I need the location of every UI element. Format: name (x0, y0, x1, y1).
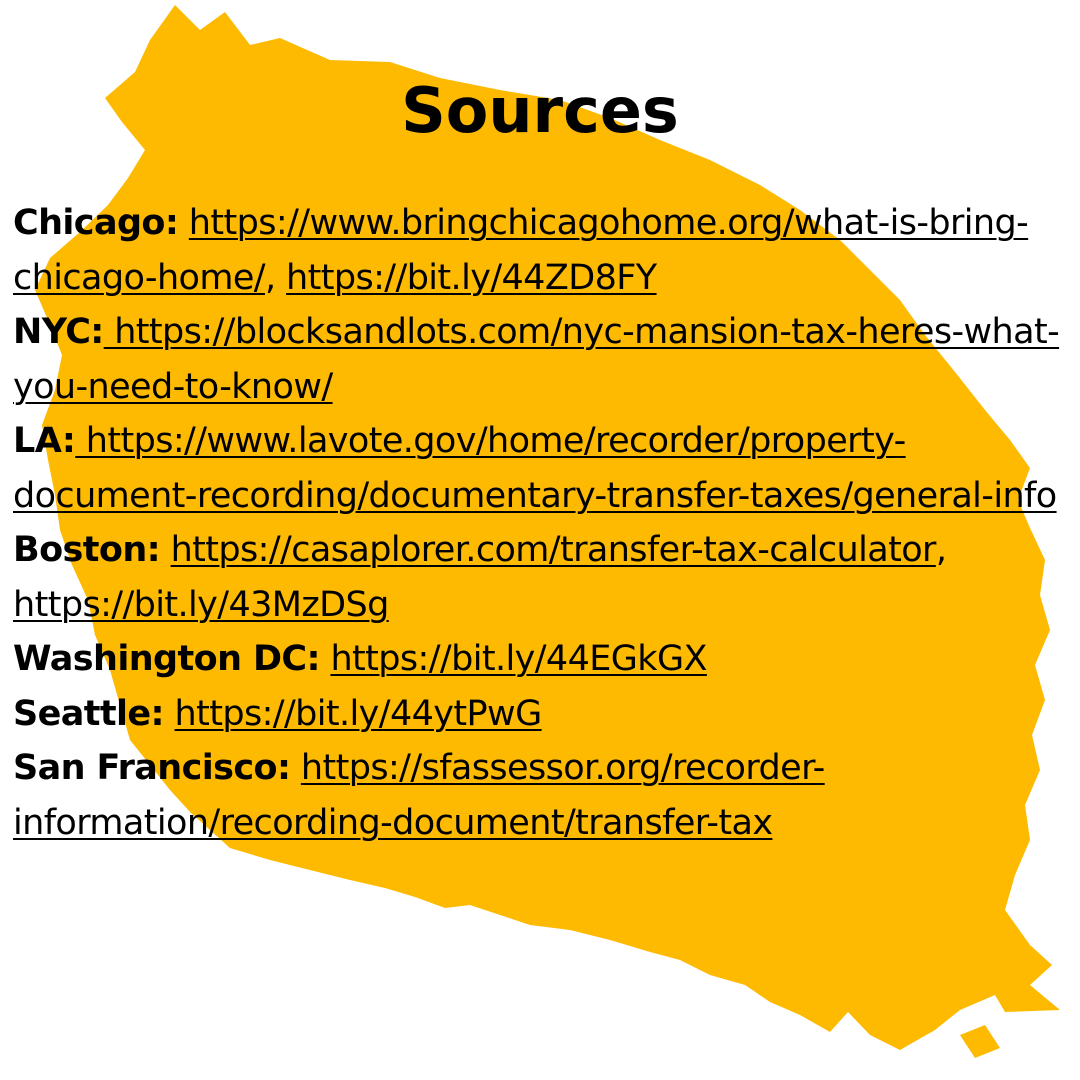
source-link-chicago-bitly[interactable]: https://bit.ly/44ZD8FY (286, 258, 657, 298)
source-entry-seattle: Seattle: https://bit.ly/44ytPwG (13, 687, 1075, 742)
source-link-boston-bitly[interactable]: https://bit.ly/43MzDSg (13, 585, 389, 625)
source-entry-chicago: Chicago: https://www.bringchicagohome.or… (13, 196, 1075, 305)
city-label-boston: Boston: (13, 530, 161, 570)
source-entry-nyc: NYC: https://blocksandlots.com/nyc-mansi… (13, 305, 1075, 414)
city-label-chicago: Chicago: (13, 203, 179, 243)
source-entry-la: LA: https://www.lavote.gov/home/recorder… (13, 414, 1075, 523)
sources-list: Chicago: https://www.bringchicagohome.or… (13, 196, 1075, 850)
source-entry-san-francisco: San Francisco: https://sfassessor.org/re… (13, 741, 1075, 850)
city-label-la: LA: (13, 421, 76, 461)
source-link-boston-casaplorer[interactable]: https://casaplorer.com/transfer-tax-calc… (171, 530, 937, 570)
link-separator: , (935, 530, 947, 570)
source-link-seattle-bitly[interactable]: https://bit.ly/44ytPwG (175, 694, 543, 734)
source-entry-washington-dc: Washington DC: https://bit.ly/44EGkGX (13, 632, 1075, 687)
source-link-nyc-blocksandlots[interactable]: https://blocksandlots.com/nyc-mansion-ta… (13, 312, 1060, 407)
city-label-seattle: Seattle: (13, 693, 165, 734)
sources-slide: Sources Chicago: https://www.bringchicag… (0, 0, 1080, 1080)
page-title: Sources (401, 74, 679, 147)
source-link-la-lavote[interactable]: https://www.lavote.gov/home/recorder/pro… (13, 421, 1057, 516)
city-label-san-francisco: San Francisco: (13, 748, 291, 788)
city-label-nyc: NYC: (13, 312, 104, 352)
source-entry-boston: Boston: https://casaplorer.com/transfer-… (13, 523, 1075, 632)
source-link-dc-bitly[interactable]: https://bit.ly/44EGkGX (330, 639, 707, 679)
link-separator: , (264, 257, 287, 298)
city-label-washington-dc: Washington DC: (13, 639, 321, 679)
